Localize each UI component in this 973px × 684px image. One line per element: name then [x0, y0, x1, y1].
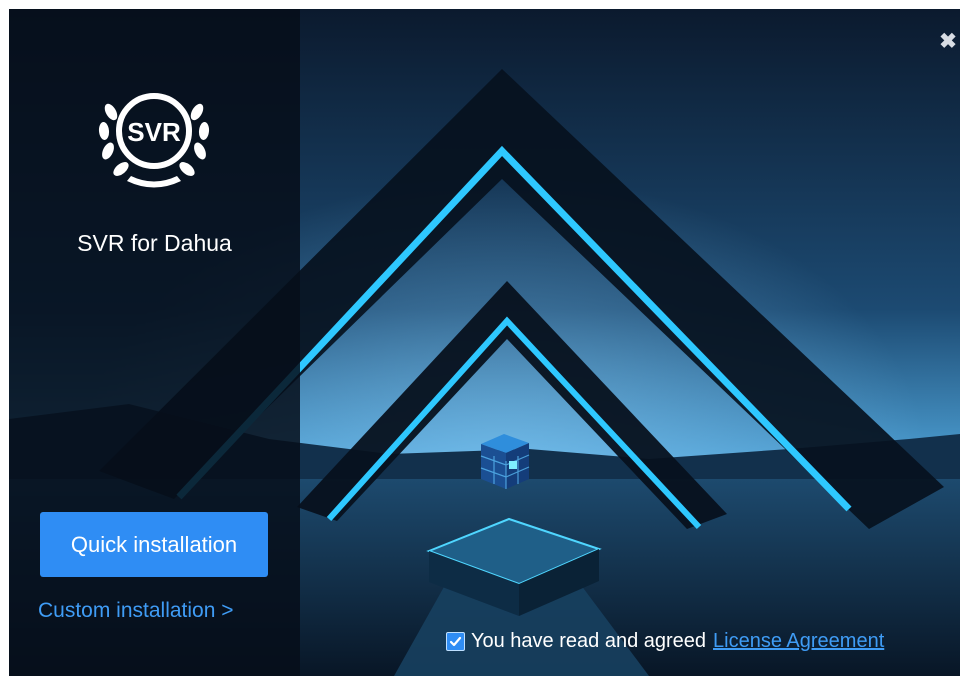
license-agreement-link[interactable]: License Agreement: [713, 630, 884, 653]
installer-window: SVR SVR for Dahua Quick installation Cus…: [9, 9, 960, 676]
logo-text: SVR: [127, 117, 181, 147]
product-name: SVR for Dahua: [77, 230, 232, 256]
license-agreement-row: You have read and agreed License Agreeme…: [446, 629, 884, 653]
checkmark-icon: [449, 636, 462, 646]
quick-installation-button[interactable]: Quick installation: [40, 512, 268, 577]
close-icon[interactable]: ✖: [938, 31, 958, 53]
agree-text: You have read and agreed: [471, 629, 707, 652]
agree-checkbox[interactable]: [446, 631, 465, 651]
custom-installation-link[interactable]: Custom installation >: [38, 599, 234, 623]
svr-logo: SVR: [98, 93, 210, 188]
